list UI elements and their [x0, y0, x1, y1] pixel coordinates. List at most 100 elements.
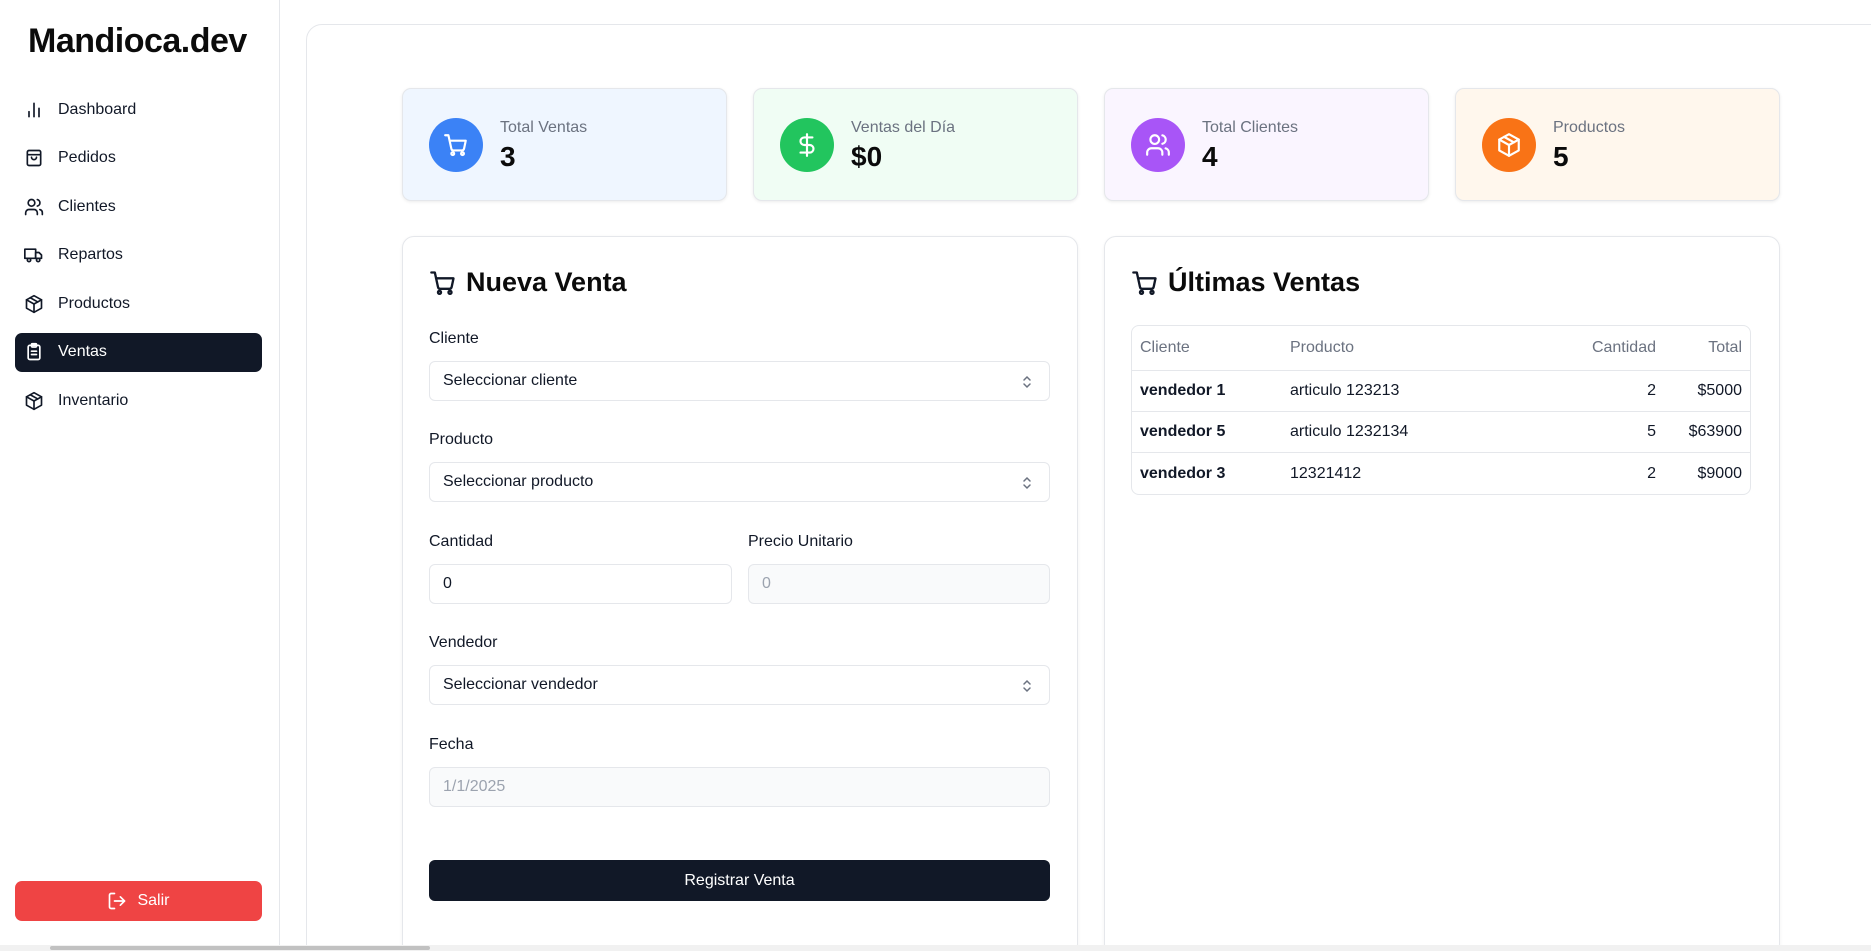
cell-total: $5000 [1697, 382, 1743, 399]
brand-logo[interactable]: Mandioca.dev [28, 22, 247, 61]
fecha-value: 1/1/2025 [443, 778, 506, 795]
truck-icon [24, 248, 43, 263]
dollar-icon [799, 133, 815, 157]
table-row: vendedor 3 12321412 2 $9000 [1132, 453, 1750, 494]
cliente-label: Cliente [429, 330, 479, 347]
cell-total: $9000 [1697, 464, 1743, 482]
registrar-venta-button[interactable]: Registrar Venta [429, 860, 1050, 901]
stat-label: Productos [1553, 119, 1626, 136]
new-sale-card: Nueva Venta Cliente Seleccionar cliente … [402, 236, 1078, 951]
precio-unitario-input[interactable]: 0 [748, 564, 1050, 604]
cart-icon [430, 270, 455, 295]
cell-cantidad: 2 [1647, 382, 1656, 399]
stat-card-ventas-del-dia: Ventas del Día $0 [753, 88, 1078, 201]
stat-icon-circle [1482, 118, 1536, 172]
stat-value: 4 [1202, 141, 1218, 172]
vendedor-label: Vendedor [429, 634, 498, 651]
chevron-updown-icon [1023, 375, 1031, 389]
producto-select[interactable]: Seleccionar producto [429, 462, 1050, 502]
sidebar-item-label: Clientes [58, 197, 116, 215]
stat-icon-circle [1131, 118, 1185, 172]
cliente-select-value: Seleccionar cliente [443, 372, 578, 389]
precio-unitario-label: Precio Unitario [748, 533, 853, 550]
sidebar-item-pedidos[interactable]: Pedidos [15, 139, 262, 178]
sidebar-item-label: Inventario [58, 391, 129, 409]
cell-cliente: vendedor 5 [1140, 423, 1226, 440]
latest-sales-card: Últimas Ventas Cliente Producto Cantidad… [1104, 236, 1780, 951]
column-header: Total [1708, 339, 1742, 356]
cantidad-value: 0 [443, 575, 452, 592]
sidebar-item-ventas[interactable]: Ventas [15, 332, 262, 372]
chevron-updown-icon [1023, 476, 1031, 490]
sidebar-item-dashboard[interactable]: Dashboard [15, 90, 262, 129]
cell-cliente: vendedor 3 [1140, 464, 1226, 482]
sidebar-item-label: Ventas [58, 343, 107, 360]
new-sale-title: Nueva Venta [429, 267, 627, 298]
cart-icon [1132, 270, 1157, 295]
column-header: Cantidad [1591, 339, 1656, 356]
sidebar-nav: Dashboard Pedidos Clientes Repartos Prod… [15, 90, 262, 430]
sidebar-item-label: Repartos [58, 246, 123, 263]
sidebar-item-inventario[interactable]: Inventario [15, 381, 262, 420]
shopping-bag-icon [26, 149, 42, 167]
users-icon [1146, 134, 1170, 156]
sidebar: Mandioca.dev Dashboard Pedidos Clientes … [0, 0, 280, 951]
new-sale-title-text: Nueva Venta [466, 267, 627, 297]
clipboard-icon [27, 342, 41, 361]
sidebar-item-productos[interactable]: Productos [15, 284, 262, 323]
logout-button[interactable]: Salir [15, 881, 262, 921]
cell-cantidad: 2 [1647, 464, 1656, 482]
logout-label: Salir [137, 892, 170, 909]
logout-icon [109, 892, 126, 910]
stat-card-total-ventas: Total Ventas 3 [402, 88, 727, 201]
table-row: vendedor 5 articulo 1232134 5 $63900 [1132, 412, 1750, 453]
fecha-label: Fecha [429, 736, 474, 753]
column-header: Cliente [1140, 339, 1190, 356]
cliente-select[interactable]: Seleccionar cliente [429, 361, 1050, 401]
stat-label: Ventas del Día [851, 119, 956, 136]
cantidad-label: Cantidad [429, 533, 494, 550]
producto-select-value: Seleccionar producto [443, 473, 594, 490]
stat-card-productos: Productos 5 [1455, 88, 1780, 201]
package-icon [1498, 133, 1520, 157]
package-icon [25, 391, 43, 410]
vendedor-select[interactable]: Seleccionar vendedor [429, 665, 1050, 705]
stat-icon-circle [780, 118, 834, 172]
cell-cantidad: 5 [1647, 423, 1656, 440]
scrollbar-thumb[interactable] [50, 946, 430, 950]
bar-chart-icon [28, 102, 40, 117]
fecha-input[interactable]: 1/1/2025 [429, 767, 1050, 807]
sales-table: Cliente Producto Cantidad Total vendedor… [1131, 325, 1751, 495]
main-panel: Total Ventas 3 Ventas del Día $0 Total C… [306, 24, 1871, 951]
sidebar-item-clientes[interactable]: Clientes [15, 187, 262, 226]
sidebar-item-repartos[interactable]: Repartos [15, 236, 262, 275]
cell-producto: 12321412 [1290, 464, 1362, 482]
latest-sales-title-text: Últimas Ventas [1168, 267, 1361, 297]
horizontal-scrollbar[interactable] [0, 945, 1871, 951]
stat-label: Total Clientes [1202, 119, 1299, 136]
stat-value: $0 [851, 141, 883, 172]
users-icon [24, 198, 44, 215]
vendedor-select-value: Seleccionar vendedor [443, 676, 598, 693]
sidebar-item-label: Dashboard [58, 100, 137, 118]
cell-cliente: vendedor 1 [1140, 382, 1226, 399]
stat-icon-circle [429, 118, 483, 172]
precio-unitario-value: 0 [762, 575, 771, 592]
stat-value: 3 [500, 141, 516, 172]
stat-label: Total Ventas [500, 119, 588, 136]
table-row: vendedor 1 articulo 123213 2 $5000 [1132, 371, 1750, 412]
cart-icon [444, 134, 467, 157]
cell-producto: articulo 1232134 [1290, 423, 1409, 440]
package-icon [25, 294, 43, 313]
cell-total: $63900 [1688, 423, 1742, 440]
stat-card-total-clientes: Total Clientes 4 [1104, 88, 1429, 201]
table-header-row: Cliente Producto Cantidad Total [1132, 326, 1750, 371]
chevron-updown-icon [1023, 679, 1031, 693]
cantidad-input[interactable]: 0 [429, 564, 732, 604]
sidebar-item-label: Pedidos [58, 149, 116, 166]
sidebar-item-label: Productos [58, 294, 131, 312]
stat-value: 5 [1553, 141, 1569, 172]
latest-sales-title: Últimas Ventas [1131, 267, 1360, 298]
cell-producto: articulo 123213 [1290, 382, 1400, 399]
producto-label: Producto [429, 431, 494, 448]
